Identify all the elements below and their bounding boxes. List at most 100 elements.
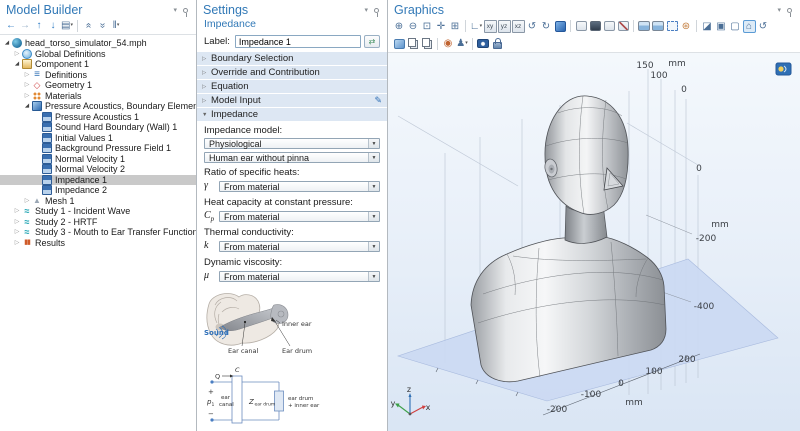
label-input[interactable] <box>234 35 361 48</box>
expanded-arrow-icon[interactable]: ◢ <box>13 59 21 69</box>
go-to-default-view-icon[interactable]: ∟ ▾ <box>470 20 483 33</box>
rotate-clockwise-icon[interactable]: ↻ <box>540 20 553 33</box>
default-view-icon[interactable] <box>775 62 792 76</box>
zoom-to-selection-icon[interactable]: ⊡ <box>421 20 434 33</box>
tree-item-definitions[interactable]: ▷ Definitions <box>0 70 196 81</box>
section-model-input[interactable]: ▷ Model Input ✎ <box>197 94 387 107</box>
ratio-specific-heats-select[interactable]: From material ▼ <box>219 181 380 192</box>
collapsed-arrow-icon[interactable]: ▷ <box>23 196 31 206</box>
toggle-model-tree-columns-icon[interactable]: ‖ ▾ <box>110 19 123 32</box>
tree-item-sound-hard-boundary-wall-1[interactable]: Sound Hard Boundary (Wall) 1 <box>0 122 196 133</box>
panel-pin-icon[interactable] <box>183 8 188 17</box>
collapse-all-icon[interactable]: « <box>82 19 95 32</box>
tree-item-geometry-1[interactable]: ▷ Geometry 1 <box>0 80 196 91</box>
tree-item-study-3-mouth-to-ear-transfer-function[interactable]: ▷ Study 3 - Mouth to Ear Transfer Functio… <box>0 227 196 238</box>
transparency-icon[interactable]: ◪ <box>701 20 714 33</box>
view-xy-icon[interactable]: xy <box>483 19 497 33</box>
back-icon[interactable]: ← <box>5 19 18 32</box>
panel-menu-icon[interactable]: ▾ <box>364 6 368 14</box>
zoom-in-icon[interactable]: ⊕ <box>393 20 406 33</box>
tree-item-impedance-2[interactable]: Impedance 2 <box>0 185 196 196</box>
select-box-icon[interactable] <box>666 20 679 33</box>
scene-appearance-icon[interactable]: ⊛ <box>680 20 693 33</box>
view-xz-icon[interactable]: xz <box>511 19 525 33</box>
move-down-icon[interactable]: ↓ <box>47 19 60 32</box>
tree-item-impedance-1[interactable]: Impedance 1 <box>0 174 196 185</box>
tree-item-study-2-hrtf[interactable]: ▷ Study 2 - HRTF <box>0 217 196 228</box>
rename-icon[interactable]: ⇄ <box>364 35 380 48</box>
scene-3d[interactable]: 150 100 mm 0 0 mm -200 -400 -200 -100 0 … <box>388 53 800 431</box>
environment-indoor-icon[interactable] <box>589 20 602 33</box>
view-orientation-icon[interactable]: ♟ ▾ <box>456 37 469 50</box>
collapsed-arrow-icon[interactable]: ▷ <box>13 217 21 227</box>
go-to-view-icon[interactable]: ⌂ <box>742 19 756 33</box>
heat-capacity-select[interactable]: From material ▼ <box>219 211 380 222</box>
tree-item-normal-velocity-2[interactable]: Normal Velocity 2 <box>0 164 196 175</box>
snapshot-camera-icon[interactable] <box>477 37 490 50</box>
tree-item-label: Study 3 - Mouth to Ear Transfer Function <box>35 227 196 238</box>
view-yz-icon[interactable]: yz <box>497 19 511 33</box>
tree-item-mesh-1[interactable]: ▷ Mesh 1 <box>0 196 196 207</box>
sound-label: Sound <box>204 329 229 337</box>
copy-image-icon[interactable] <box>407 37 420 50</box>
reset-view-icon[interactable]: ↺ <box>757 20 770 33</box>
rotate-counterclockwise-icon[interactable]: ↺ <box>526 20 539 33</box>
tree-item-pressure-acoustics-boundary-elements[interactable]: ◢ Pressure Acoustics, Boundary Elements <box>0 101 196 112</box>
tree-item-global-definitions[interactable]: ▷ Global Definitions <box>0 48 196 60</box>
zoom-extents-icon[interactable]: ⊞ <box>449 20 462 33</box>
expanded-arrow-icon[interactable]: ◢ <box>3 38 11 48</box>
lock-camera-icon[interactable] <box>491 37 504 50</box>
expand-all-icon[interactable]: » <box>96 19 109 32</box>
tree-item-head-torso-simulator-54-mph[interactable]: ◢ head_torso_simulator_54.mph <box>0 38 196 49</box>
collapsed-arrow-icon[interactable]: ▷ <box>13 227 21 237</box>
pen-icon[interactable]: ✎ <box>374 95 382 106</box>
collapsed-arrow-icon[interactable]: ▷ <box>13 49 21 59</box>
scene-color-icon[interactable]: ◉ <box>442 37 455 50</box>
model-tree-node-text-icon[interactable]: ▤ ▾ <box>61 19 74 32</box>
forward-icon[interactable]: → <box>19 19 32 32</box>
animation-export-glyph <box>652 21 664 31</box>
collapsed-arrow-icon[interactable]: ▷ <box>23 70 31 80</box>
copy-image-to-clipboard-icon[interactable] <box>421 37 434 50</box>
thermal-conductivity-select[interactable]: From material ▼ <box>219 241 380 252</box>
collapsed-arrow-icon[interactable]: ▷ <box>13 206 21 216</box>
material-rendering-icon[interactable] <box>393 37 406 50</box>
expanded-arrow-icon[interactable]: ◢ <box>23 101 31 111</box>
graphics-canvas[interactable]: 150 100 mm 0 0 mm -200 -400 -200 -100 0 … <box>388 53 800 431</box>
section-equation[interactable]: ▷ Equation <box>197 80 387 93</box>
panel-menu-icon[interactable]: ▾ <box>777 6 781 14</box>
section-boundary-selection[interactable]: ▷ Boundary Selection <box>197 52 387 65</box>
tree-item-results[interactable]: ▷ Results <box>0 238 196 249</box>
tree-item-study-1-incident-wave[interactable]: ▷ Study 1 - Incident Wave <box>0 206 196 217</box>
scene-light-icon[interactable] <box>554 20 567 33</box>
tree-item-normal-velocity-1[interactable]: Normal Velocity 1 <box>0 153 196 165</box>
collapsed-arrow-icon[interactable]: ▷ <box>23 80 31 90</box>
image-snapshot-icon[interactable] <box>638 20 651 33</box>
environment-outdoor-icon[interactable] <box>603 20 616 33</box>
tree-item-component-1[interactable]: ◢ Component 1 <box>0 59 196 70</box>
section-impedance[interactable]: ▼ Impedance <box>197 108 387 121</box>
impedance-model-select[interactable]: Physiological ▼ <box>204 138 380 149</box>
move-up-icon[interactable]: ↑ <box>33 19 46 32</box>
panel-menu-icon[interactable]: ▾ <box>173 6 177 14</box>
collapsed-arrow-icon[interactable]: ▷ <box>13 238 21 248</box>
pan-icon[interactable]: ✛ <box>435 20 448 33</box>
ear-model-select[interactable]: Human ear without pinna ▼ <box>204 152 380 163</box>
section-override-and-contribution[interactable]: ▷ Override and Contribution <box>197 66 387 79</box>
tree-item-pressure-acoustics-1[interactable]: Pressure Acoustics 1 <box>0 111 196 123</box>
animation-export-icon[interactable] <box>652 20 665 33</box>
tree-item-background-pressure-field-1[interactable]: Background Pressure Field 1 <box>0 143 196 154</box>
tree-item-materials[interactable]: ▷ Materials <box>0 90 196 102</box>
panel-pin-icon[interactable] <box>374 8 379 17</box>
show-axis-icon[interactable]: ▢ <box>729 20 742 33</box>
zoom-out-icon[interactable]: ⊖ <box>407 20 420 33</box>
tree-item-label: Study 2 - HRTF <box>35 216 98 227</box>
show-grid-icon[interactable]: ▣ <box>715 20 728 33</box>
x-axis-label: x <box>426 403 431 412</box>
dynamic-viscosity-select[interactable]: From material ▼ <box>219 271 380 282</box>
collapsed-arrow-icon[interactable]: ▷ <box>23 91 31 101</box>
environment-none-icon[interactable] <box>575 20 588 33</box>
environment-off-icon[interactable] <box>617 20 630 33</box>
tree-item-initial-values-1[interactable]: Initial Values 1 <box>0 132 196 144</box>
panel-pin-icon[interactable] <box>787 8 792 17</box>
